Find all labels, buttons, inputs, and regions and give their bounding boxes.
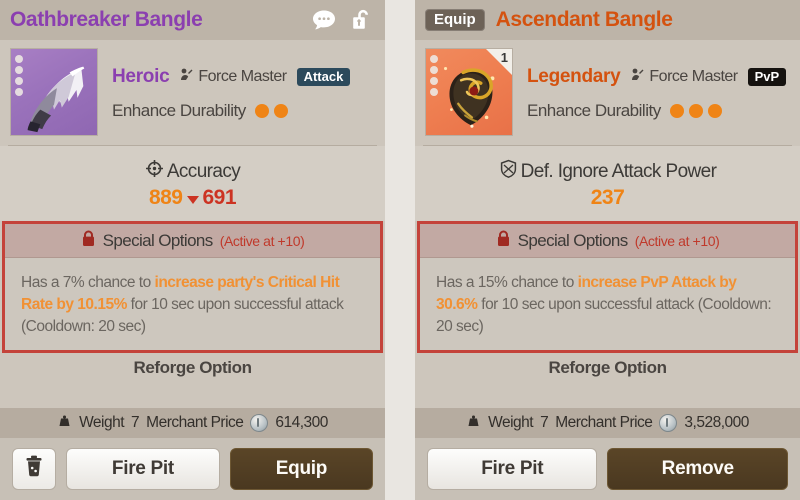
weight-icon (57, 413, 72, 433)
main-stat-name-row-left: Accuracy (145, 159, 241, 184)
special-options-header-right: Special Options (Active at +10) (420, 224, 795, 258)
action-bar-right: Fire Pit Remove (415, 438, 800, 500)
special-options-label-left: Special Options (102, 230, 214, 250)
destroy-button[interactable] (12, 448, 56, 490)
merchant-price-value-right: 3,528,000 (684, 414, 749, 431)
main-stat-base-left: 889 (148, 186, 183, 209)
special-options-header-left: Special Options (Active at +10) (5, 224, 380, 258)
trash-icon (24, 455, 44, 483)
special-options-left: Special Options (Active at +10) Has a 7%… (2, 221, 383, 353)
sp-part-0: Has a 15% chance to (436, 274, 578, 291)
lock-icon (81, 230, 96, 252)
durability-label-left: Enhance Durability (112, 101, 246, 120)
item-tag-left: Attack (296, 68, 351, 86)
chat-bubble-icon[interactable] (311, 8, 337, 32)
reforge-option-left: Reforge Option (0, 353, 385, 408)
item-header-left: Heroic Force Master Attack Enhance Durab… (0, 40, 385, 145)
item-meta-left: Heroic Force Master Attack Enhance Durab… (98, 48, 375, 121)
main-stat-left: Accuracy 889 691 (0, 146, 385, 221)
equip-button-left[interactable]: Equip (229, 448, 374, 490)
special-options-text-right: Has a 15% chance to increase PvP Attack … (436, 272, 779, 338)
panel-gap (385, 0, 415, 500)
special-options-body-right: Has a 15% chance to increase PvP Attack … (420, 258, 795, 350)
item-rarity-right: Legendary (527, 66, 621, 87)
weight-label-right: Weight (488, 414, 534, 431)
crosshair-icon (145, 159, 164, 184)
reforge-option-right: Reforge Option (415, 353, 800, 408)
item-artwork-wing (27, 66, 85, 133)
titlebar-icons-left (311, 8, 375, 32)
item-durability-row-right: Enhance Durability (527, 101, 790, 121)
item-thumbnail-left[interactable] (10, 48, 98, 136)
item-rarity-row-left: Heroic Force Master Attack (112, 66, 375, 88)
special-options-active-note-left: (Active at +10) (219, 232, 305, 249)
lock-icon (496, 230, 511, 252)
item-count-right: 1 (500, 50, 508, 65)
item-tag-right: PvP (747, 68, 787, 86)
equipped-badge: Equip (425, 9, 485, 31)
special-options-text-left: Has a 7% chance to increase party's Crit… (21, 272, 364, 338)
main-stat-current-left: 691 (202, 186, 237, 209)
weight-label-left: Weight (79, 414, 125, 431)
item-class-name-left: Force Master (198, 68, 287, 85)
titlebar-right: Equip Ascendant Bangle (415, 0, 800, 40)
item-compare-screen: Oathbreaker Bangle Heroic Force Master A… (0, 0, 800, 500)
silver-coin-icon (250, 414, 269, 432)
weight-price-row-left: Weight 7 Merchant Price 614,300 (0, 408, 385, 438)
force-master-class-icon (630, 67, 645, 87)
main-stat-label-left: Accuracy (166, 160, 241, 182)
special-options-active-note-right: (Active at +10) (634, 232, 720, 249)
durability-pips-left (254, 104, 288, 118)
item-class-name-right: Force Master (649, 68, 738, 85)
item-thumbnail-right[interactable]: 1 (425, 48, 513, 136)
main-stat-label-right: Def. Ignore Attack Power (520, 160, 717, 182)
main-stat-values-right: 237 (591, 186, 625, 210)
item-rarity-row-right: Legendary Force Master PvP (527, 66, 790, 88)
special-options-right: Special Options (Active at +10) Has a 15… (417, 221, 798, 353)
sp-part-0: Has a 7% chance to (21, 274, 155, 291)
weight-icon (466, 413, 481, 433)
item-title-right: Ascendant Bangle (495, 8, 673, 31)
merchant-price-value-left: 614,300 (275, 414, 328, 431)
item-class-left: Force Master (179, 67, 287, 87)
item-rarity-left: Heroic (112, 66, 170, 87)
weight-value-left: 7 (131, 414, 140, 431)
unlock-icon[interactable] (349, 8, 375, 32)
item-class-right: Force Master (630, 67, 738, 87)
special-options-body-left: Has a 7% chance to increase party's Crit… (5, 258, 380, 350)
merchant-price-label-left: Merchant Price (146, 414, 244, 431)
main-stat-base-right: 237 (590, 186, 625, 209)
main-stat-values-left: 889 691 (148, 186, 237, 210)
merchant-price-label-right: Merchant Price (555, 414, 653, 431)
shield-icon (499, 159, 518, 184)
force-master-class-icon (179, 67, 194, 87)
main-stat-name-row-right: Def. Ignore Attack Power (499, 159, 717, 184)
stat-decrease-arrow-icon (186, 195, 199, 204)
fire-pit-button-right[interactable]: Fire Pit (427, 448, 598, 490)
item-durability-row-left: Enhance Durability (112, 101, 375, 121)
titlebar-left: Oathbreaker Bangle (0, 0, 385, 40)
weight-value-right: 7 (540, 414, 549, 431)
item-meta-right: Legendary Force Master PvP Enhance Durab… (513, 48, 790, 121)
silver-coin-icon (659, 414, 678, 432)
sp-part-2: for 10 sec upon successful attack (Coold… (436, 296, 772, 335)
special-options-label-right: Special Options (517, 230, 629, 250)
fire-pit-button-left[interactable]: Fire Pit (66, 448, 220, 490)
remove-button-right[interactable]: Remove (607, 448, 789, 490)
action-bar-left: Fire Pit Equip (0, 438, 385, 500)
durability-pips-right (669, 104, 722, 118)
item-title-left: Oathbreaker Bangle (10, 8, 203, 31)
main-stat-right: Def. Ignore Attack Power 237 (415, 146, 800, 221)
durability-label-right: Enhance Durability (527, 101, 661, 120)
stack-corner (486, 49, 512, 75)
weight-price-row-right: Weight 7 Merchant Price 3,528,000 (415, 408, 800, 438)
item-panel-left: Oathbreaker Bangle Heroic Force Master A… (0, 0, 385, 500)
item-panel-right: Equip Ascendant Bangle 1 Legendary Force… (415, 0, 800, 500)
item-header-right: 1 Legendary Force Master PvP Enhance Dur… (415, 40, 800, 145)
